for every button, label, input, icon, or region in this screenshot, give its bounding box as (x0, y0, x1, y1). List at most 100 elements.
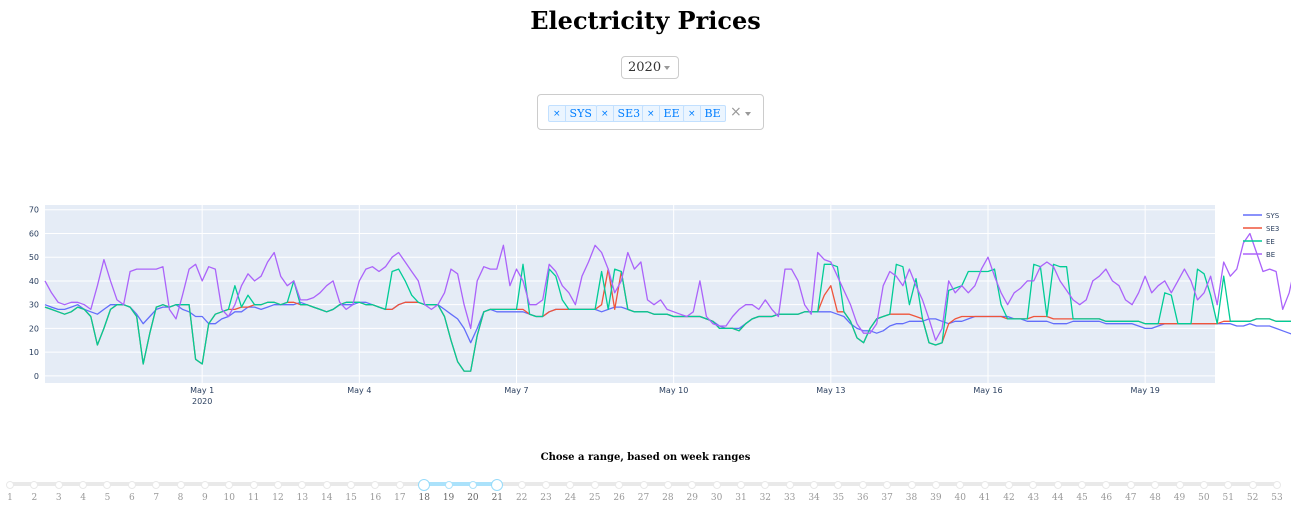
slider-dot[interactable] (298, 481, 307, 489)
slider-dot[interactable] (274, 481, 283, 489)
remove-tag-icon[interactable]: × (597, 106, 614, 121)
slider-mark-label[interactable]: 46 (1101, 493, 1112, 503)
slider-mark-label[interactable]: 4 (80, 493, 86, 503)
slider-dot[interactable] (956, 481, 965, 489)
slider-mark-label[interactable]: 29 (686, 493, 697, 503)
slider-mark-label[interactable]: 51 (1223, 493, 1234, 503)
slider-mark-label[interactable]: 35 (833, 493, 844, 503)
slider-mark-label[interactable]: 40 (955, 493, 966, 503)
slider-dot[interactable] (468, 481, 477, 489)
slider-dot[interactable] (1078, 481, 1087, 489)
slider-dot[interactable] (444, 481, 453, 489)
slider-mark-label[interactable]: 23 (540, 493, 551, 503)
slider-mark-label[interactable]: 33 (784, 493, 795, 503)
slider-mark-label[interactable]: 39 (930, 493, 941, 503)
slider-dot[interactable] (371, 481, 380, 489)
slider-mark-label[interactable]: 8 (178, 493, 184, 503)
slider-dot[interactable] (1175, 481, 1184, 489)
slider-mark-label[interactable]: 28 (662, 493, 673, 503)
slider-mark-label[interactable]: 14 (321, 493, 332, 503)
slider-dot[interactable] (103, 481, 112, 489)
slider-mark-label[interactable]: 47 (1125, 493, 1136, 503)
slider-dot[interactable] (834, 481, 843, 489)
slider-mark-label[interactable]: 1 (7, 493, 13, 503)
slider-mark-label[interactable]: 50 (1198, 493, 1209, 503)
slider-mark-label[interactable]: 20 (467, 493, 478, 503)
slider-dot[interactable] (127, 481, 136, 489)
slider-mark-label[interactable]: 45 (1076, 493, 1087, 503)
slider-mark-label[interactable]: 37 (881, 493, 892, 503)
legend-item-se3[interactable]: SE3 (1243, 225, 1279, 233)
slider-dot[interactable] (395, 481, 404, 489)
slider-mark-label[interactable]: 6 (129, 493, 135, 503)
slider-dot[interactable] (980, 481, 989, 489)
slider-mark-label[interactable]: 42 (1003, 493, 1014, 503)
slider-dot[interactable] (176, 481, 185, 489)
slider-dot[interactable] (590, 481, 599, 489)
slider-mark-label[interactable]: 38 (906, 493, 917, 503)
week-range-slider[interactable]: 1 2 3 4 5 6 7 8 9 10 11 12 13 14 15 16 17 18 19 20 21 22 23 24 2… (0, 475, 1291, 513)
zone-multi-select[interactable]: × SYS × SE3 × EE × BE × (537, 94, 764, 130)
slider-mark-label[interactable]: 19 (443, 493, 454, 503)
price-line-chart[interactable]: 0 10 20 30 40 50 60 70 May 1 2020 May 4 May 7 May 10… (0, 195, 1291, 415)
slider-dot[interactable] (736, 481, 745, 489)
slider-dot[interactable] (225, 481, 234, 489)
slider-dot[interactable] (785, 481, 794, 489)
slider-dot[interactable] (30, 481, 39, 489)
legend-item-sys[interactable]: SYS (1243, 212, 1280, 220)
slider-dot[interactable] (54, 481, 63, 489)
slider-dot[interactable] (1248, 481, 1257, 489)
slider-mark-label[interactable]: 17 (394, 493, 405, 503)
slider-dot[interactable] (931, 481, 940, 489)
slider-dot[interactable] (761, 481, 770, 489)
slider-mark-label[interactable]: 11 (248, 493, 259, 503)
slider-mark-label[interactable]: 53 (1271, 493, 1282, 503)
slider-mark-label[interactable]: 2 (31, 493, 37, 503)
slider-dot[interactable] (347, 481, 356, 489)
slider-dot[interactable] (249, 481, 258, 489)
slider-handle-end[interactable] (491, 479, 504, 491)
slider-mark-label[interactable]: 7 (153, 493, 159, 503)
slider-dot[interactable] (152, 481, 161, 489)
slider-mark-label[interactable]: 43 (1028, 493, 1039, 503)
slider-dot[interactable] (639, 481, 648, 489)
slider-dot[interactable] (1224, 481, 1233, 489)
slider-mark-label[interactable]: 31 (735, 493, 746, 503)
slider-mark-label[interactable]: 12 (272, 493, 283, 503)
slider-mark-label[interactable]: 3 (56, 493, 62, 503)
slider-mark-label[interactable]: 30 (711, 493, 722, 503)
slider-dot[interactable] (1053, 481, 1062, 489)
slider-dot[interactable] (907, 481, 916, 489)
slider-dot[interactable] (663, 481, 672, 489)
slider-dot[interactable] (1273, 481, 1281, 489)
slider-mark-label[interactable]: 5 (105, 493, 111, 503)
slider-mark-label[interactable]: 44 (1052, 493, 1063, 503)
slider-dot[interactable] (712, 481, 721, 489)
slider-mark-label[interactable]: 26 (613, 493, 624, 503)
slider-dot[interactable] (688, 481, 697, 489)
slider-mark-label[interactable]: 22 (516, 493, 527, 503)
slider-handle-start[interactable] (418, 479, 431, 491)
slider-mark-label[interactable]: 18 (418, 493, 429, 503)
slider-dot[interactable] (1199, 481, 1208, 489)
slider-dot[interactable] (542, 481, 551, 489)
slider-dot[interactable] (517, 481, 526, 489)
slider-mark-label[interactable]: 36 (857, 493, 868, 503)
slider-dot[interactable] (200, 481, 209, 489)
slider-dot[interactable] (1151, 481, 1160, 489)
slider-mark-label[interactable]: 21 (492, 493, 503, 503)
year-dropdown[interactable]: 2020 (621, 56, 679, 79)
remove-tag-icon[interactable]: × (549, 106, 566, 121)
slider-mark-label[interactable]: 52 (1247, 493, 1258, 503)
slider-dot[interactable] (1029, 481, 1038, 489)
slider-dot[interactable] (883, 481, 892, 489)
slider-mark-label[interactable]: 15 (345, 493, 356, 503)
slider-dot[interactable] (322, 481, 331, 489)
slider-mark-label[interactable]: 49 (1174, 493, 1185, 503)
legend-item-ee[interactable]: EE (1243, 238, 1275, 246)
slider-dot[interactable] (1004, 481, 1013, 489)
chevron-down-icon[interactable] (745, 112, 751, 116)
slider-dot[interactable] (1126, 481, 1135, 489)
slider-mark-label[interactable]: 9 (202, 493, 208, 503)
slider-mark-label[interactable]: 13 (297, 493, 308, 503)
